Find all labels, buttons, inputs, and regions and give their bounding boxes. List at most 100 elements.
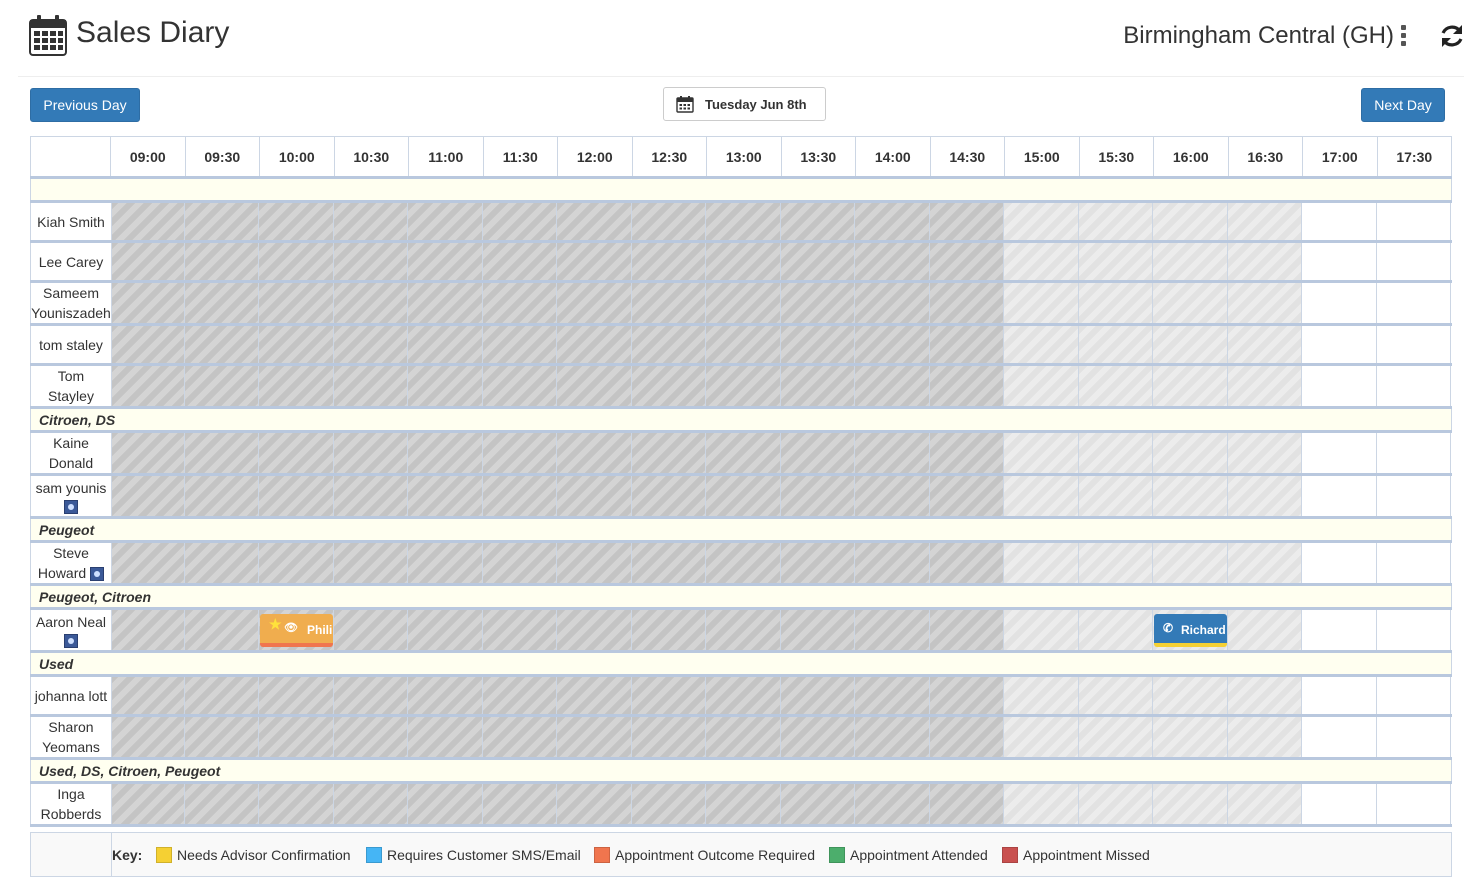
- time-slot[interactable]: [1078, 203, 1153, 240]
- time-slot[interactable]: [1302, 203, 1377, 240]
- time-slot[interactable]: [482, 543, 557, 583]
- time-slot[interactable]: [184, 433, 259, 473]
- time-slot[interactable]: [333, 717, 408, 757]
- time-slot[interactable]: [259, 283, 334, 323]
- time-slot[interactable]: [1376, 677, 1451, 714]
- time-slot[interactable]: [408, 366, 483, 406]
- time-slot[interactable]: [706, 433, 781, 473]
- settings-icon[interactable]: [64, 500, 78, 514]
- time-slot[interactable]: [408, 203, 483, 240]
- time-slot[interactable]: [184, 203, 259, 240]
- time-slot[interactable]: [1153, 326, 1228, 363]
- time-slot[interactable]: [780, 717, 855, 757]
- time-slot[interactable]: [557, 610, 632, 650]
- time-slot[interactable]: [1153, 366, 1228, 406]
- time-slot[interactable]: [1078, 476, 1153, 516]
- time-slot[interactable]: [780, 326, 855, 363]
- time-slot[interactable]: [259, 543, 334, 583]
- time-slot[interactable]: [184, 784, 259, 824]
- time-slot[interactable]: [408, 610, 483, 650]
- time-slot[interactable]: [482, 203, 557, 240]
- time-slot[interactable]: [1078, 243, 1153, 280]
- time-slot[interactable]: [855, 243, 930, 280]
- time-slot[interactable]: [929, 677, 1004, 714]
- time-slot[interactable]: [110, 366, 185, 406]
- time-slot[interactable]: [184, 610, 259, 650]
- time-slot[interactable]: [631, 283, 706, 323]
- time-slot[interactable]: [1302, 717, 1377, 757]
- time-slot[interactable]: [259, 784, 334, 824]
- time-slot[interactable]: [929, 366, 1004, 406]
- time-slot[interactable]: [929, 784, 1004, 824]
- time-slot[interactable]: [929, 433, 1004, 473]
- time-slot[interactable]: [184, 717, 259, 757]
- time-slot[interactable]: [110, 476, 185, 516]
- time-slot[interactable]: [259, 203, 334, 240]
- time-slot[interactable]: [929, 203, 1004, 240]
- time-slot[interactable]: [855, 543, 930, 583]
- time-slot[interactable]: [1227, 543, 1302, 583]
- time-slot[interactable]: [184, 543, 259, 583]
- time-slot[interactable]: [1078, 677, 1153, 714]
- time-slot[interactable]: [408, 784, 483, 824]
- time-slot[interactable]: [110, 543, 185, 583]
- time-slot[interactable]: [631, 366, 706, 406]
- time-slot[interactable]: [780, 784, 855, 824]
- branch-name[interactable]: Birmingham Central (GH): [1123, 22, 1394, 50]
- time-slot[interactable]: [929, 610, 1004, 650]
- time-slot[interactable]: [780, 283, 855, 323]
- settings-icon[interactable]: [64, 634, 78, 648]
- time-slot[interactable]: [110, 677, 185, 714]
- time-slot[interactable]: [780, 476, 855, 516]
- time-slot[interactable]: [557, 717, 632, 757]
- time-slot[interactable]: [1376, 543, 1451, 583]
- time-slot[interactable]: [706, 543, 781, 583]
- time-slot[interactable]: [259, 433, 334, 473]
- time-slot[interactable]: [780, 543, 855, 583]
- time-slot[interactable]: [1153, 203, 1228, 240]
- time-slot[interactable]: [408, 283, 483, 323]
- time-slot[interactable]: [631, 203, 706, 240]
- time-slot[interactable]: [482, 433, 557, 473]
- appointment-block[interactable]: ✆ Richard: [1154, 614, 1227, 647]
- time-slot[interactable]: [333, 326, 408, 363]
- time-slot[interactable]: [1227, 283, 1302, 323]
- time-slot[interactable]: [1302, 784, 1377, 824]
- time-slot[interactable]: [1302, 476, 1377, 516]
- time-slot[interactable]: [184, 677, 259, 714]
- time-slot[interactable]: [184, 476, 259, 516]
- time-slot[interactable]: [482, 243, 557, 280]
- time-slot[interactable]: [110, 283, 185, 323]
- time-slot[interactable]: [1153, 476, 1228, 516]
- time-slot[interactable]: [110, 243, 185, 280]
- time-slot[interactable]: [557, 677, 632, 714]
- time-slot[interactable]: [706, 677, 781, 714]
- time-slot[interactable]: [1376, 476, 1451, 516]
- time-slot[interactable]: [706, 717, 781, 757]
- time-slot[interactable]: [1227, 476, 1302, 516]
- time-slot[interactable]: [333, 366, 408, 406]
- time-slot[interactable]: [780, 243, 855, 280]
- time-slot[interactable]: [1004, 243, 1079, 280]
- time-slot[interactable]: [408, 433, 483, 473]
- time-slot[interactable]: [1302, 366, 1377, 406]
- time-slot[interactable]: [1376, 366, 1451, 406]
- time-slot[interactable]: [333, 677, 408, 714]
- time-slot[interactable]: [557, 243, 632, 280]
- time-slot[interactable]: [1376, 243, 1451, 280]
- time-slot[interactable]: [408, 677, 483, 714]
- time-slot[interactable]: [333, 610, 408, 650]
- time-slot[interactable]: [1302, 326, 1377, 363]
- time-slot[interactable]: [706, 326, 781, 363]
- time-slot[interactable]: [1078, 543, 1153, 583]
- time-slot[interactable]: [482, 366, 557, 406]
- time-slot[interactable]: [706, 203, 781, 240]
- time-slot[interactable]: [855, 476, 930, 516]
- time-slot[interactable]: [408, 243, 483, 280]
- time-slot[interactable]: [259, 243, 334, 280]
- time-slot[interactable]: [1227, 677, 1302, 714]
- time-slot[interactable]: [1302, 243, 1377, 280]
- time-slot[interactable]: [1227, 433, 1302, 473]
- time-slot[interactable]: [333, 543, 408, 583]
- time-slot[interactable]: [1153, 677, 1228, 714]
